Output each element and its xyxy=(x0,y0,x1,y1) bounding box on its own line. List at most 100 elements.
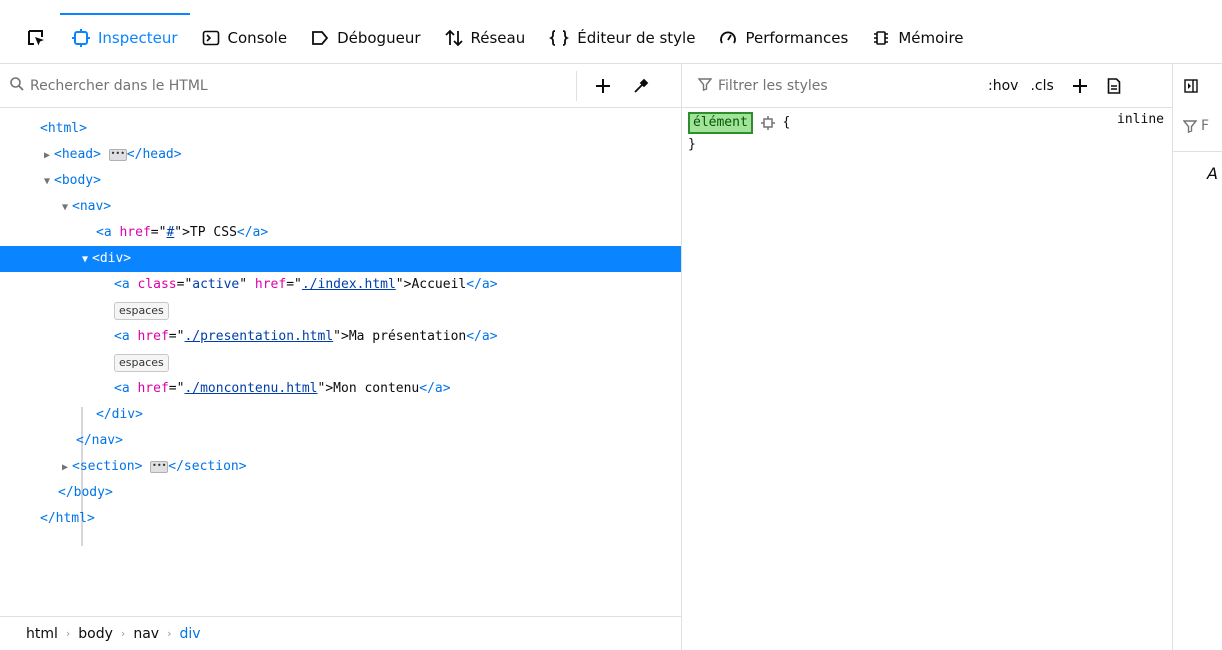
rule-selector[interactable]: élément xyxy=(688,112,753,134)
node-text: >TP CSS xyxy=(182,225,237,240)
breadcrumb-item-div[interactable]: div xyxy=(179,626,200,642)
tree-node-head[interactable]: ▶ <head> ••• </head> xyxy=(0,142,681,168)
tag-text: </a> xyxy=(419,381,451,396)
document-icon xyxy=(1107,77,1121,94)
markup-searchbar xyxy=(0,64,681,108)
attr-link[interactable]: ./moncontenu.html xyxy=(184,381,317,396)
rule-source-link[interactable]: inline xyxy=(1117,112,1164,127)
tab-label: Mémoire xyxy=(898,29,964,47)
whitespace-badge: espaces xyxy=(114,301,169,320)
tab-style-editor[interactable]: Éditeur de style xyxy=(537,13,707,63)
tab-inspector[interactable]: Inspecteur xyxy=(60,13,190,63)
tree-node-whitespace[interactable]: espaces xyxy=(0,350,681,376)
layout-sidebar: F A xyxy=(1172,64,1222,650)
tree-node-whitespace[interactable]: espaces xyxy=(0,298,681,324)
tree-node-html[interactable]: <html> xyxy=(0,116,681,142)
tab-label: Console xyxy=(227,29,288,47)
tag-text: </a> xyxy=(466,277,498,292)
node-text: >Ma présentation xyxy=(341,329,467,344)
breadcrumb-item-body[interactable]: body xyxy=(78,626,113,642)
console-icon xyxy=(202,29,220,47)
debugger-icon xyxy=(311,29,329,47)
tab-performance[interactable]: Performances xyxy=(707,13,860,63)
eyedropper-button[interactable] xyxy=(627,72,655,100)
tag-text: <a xyxy=(96,225,112,240)
eyedropper-icon xyxy=(634,78,649,93)
tree-node-nav[interactable]: ▼ <nav> xyxy=(0,194,681,220)
breadcrumb: html › body › nav › div xyxy=(0,616,682,650)
side-filter[interactable]: F xyxy=(1183,118,1209,134)
tab-label: Réseau xyxy=(470,29,526,47)
plus-icon xyxy=(596,78,610,93)
tab-memory[interactable]: Mémoire xyxy=(860,13,975,63)
attr-link[interactable]: ./presentation.html xyxy=(184,329,333,344)
search-html-input[interactable] xyxy=(30,77,530,94)
divider xyxy=(576,70,577,101)
breadcrumb-item-nav[interactable]: nav xyxy=(133,626,159,642)
node-text: >Mon contenu xyxy=(325,381,420,396)
style-editor-icon xyxy=(549,29,570,47)
inspector-icon xyxy=(72,29,90,47)
tab-debugger[interactable]: Débogueur xyxy=(299,13,432,63)
tag-text: <div> xyxy=(92,251,132,266)
rules-panel: :hov .cls élément { } inline xyxy=(682,64,1172,650)
chevron-right-icon: › xyxy=(120,627,126,640)
sidebar-toggle-icon xyxy=(1184,79,1198,93)
tab-label: Inspecteur xyxy=(98,29,178,47)
tab-console[interactable]: Console xyxy=(190,13,300,63)
tree-node-div-selected[interactable]: ▼ <div> xyxy=(0,246,681,272)
markup-tree: <html> ▶ <head> ••• </head> ▼ <body> ▼ <nav>… xyxy=(0,108,681,546)
attr-name: class xyxy=(137,277,177,292)
toggle-pane-button[interactable] xyxy=(1179,74,1203,98)
attr-link[interactable]: ./index.html xyxy=(302,277,396,292)
tree-node-html-close[interactable]: </html> xyxy=(0,506,681,532)
more-icon[interactable]: ••• xyxy=(108,148,127,161)
more-icon[interactable]: ••• xyxy=(150,460,169,473)
toolbox-tabs: Inspecteur Console Débogueur Réseau Édit… xyxy=(0,13,976,63)
breadcrumb-item-html[interactable]: html xyxy=(26,626,58,642)
tree-node-nav-close[interactable]: </nav> xyxy=(0,428,681,454)
expand-arrow-icon[interactable]: ▶ xyxy=(40,143,54,169)
tag-text: </section> xyxy=(168,459,247,474)
tree-node-a-contenu[interactable]: <a href="./moncontenu.html">Mon contenu<… xyxy=(0,376,681,402)
tag-text: <a xyxy=(114,381,130,396)
attr-name: href xyxy=(254,277,287,292)
pick-element-icon[interactable] xyxy=(18,20,54,56)
search-icon xyxy=(10,76,24,95)
tree-node-body[interactable]: ▼ <body> xyxy=(0,168,681,194)
search-box xyxy=(10,76,576,95)
tag-text: <a xyxy=(114,329,130,344)
side-heading: A xyxy=(1207,164,1218,183)
tab-label: Performances xyxy=(745,29,849,47)
tree-node-a-accueil[interactable]: <a class="active" href="./index.html">Ac… xyxy=(0,272,681,298)
tree-node-a-presentation[interactable]: <a href="./presentation.html">Ma présent… xyxy=(0,324,681,350)
class-toggle-button[interactable]: .cls xyxy=(1030,78,1053,94)
tree-node-a-tpcss[interactable]: <a href="#">TP CSS</a> xyxy=(0,220,681,246)
node-text: >Accueil xyxy=(403,277,467,292)
open-brace: { xyxy=(782,115,791,130)
attr-name: href xyxy=(137,381,169,396)
devtools-toolbar: Inspecteur Console Débogueur Réseau Édit… xyxy=(0,0,1222,64)
chevron-right-icon: › xyxy=(65,627,71,640)
add-node-button[interactable] xyxy=(589,72,617,100)
tree-node-div-close[interactable]: </div> xyxy=(0,402,681,428)
collapse-arrow-icon[interactable]: ▼ xyxy=(58,195,72,221)
tab-network[interactable]: Réseau xyxy=(433,13,538,63)
collapse-arrow-icon[interactable]: ▼ xyxy=(78,247,92,273)
attr-link[interactable]: # xyxy=(166,225,174,240)
hover-toggle-button[interactable]: :hov xyxy=(988,78,1018,94)
add-rule-button[interactable] xyxy=(1066,72,1094,100)
plus-icon xyxy=(1072,78,1087,93)
filter-styles-input[interactable] xyxy=(718,77,988,94)
tag-text: </a> xyxy=(236,225,269,240)
tree-node-body-close[interactable]: </body> xyxy=(0,480,681,506)
tag-text: </body> xyxy=(58,485,113,500)
rules-filterbar: :hov .cls xyxy=(682,64,1172,108)
tag-text: </div> xyxy=(96,407,143,422)
collapse-arrow-icon[interactable]: ▼ xyxy=(40,169,54,195)
node-highlight-icon[interactable] xyxy=(760,115,775,130)
tree-node-section[interactable]: ▶ <section> ••• </section> xyxy=(0,454,681,480)
expand-arrow-icon[interactable]: ▶ xyxy=(58,455,72,481)
filter-icon xyxy=(697,77,713,95)
print-simulation-button[interactable] xyxy=(1100,72,1128,100)
